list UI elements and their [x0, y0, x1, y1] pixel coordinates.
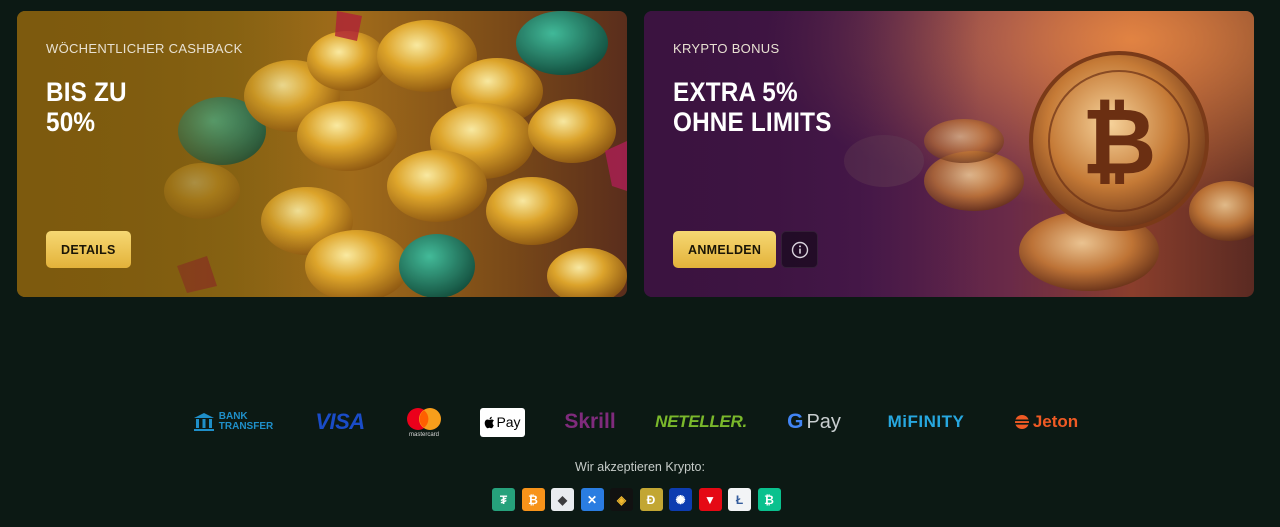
jeton-text: Jeton [1032, 412, 1079, 431]
neteller-text: NETELLER. [655, 412, 747, 431]
promo-card-cashback[interactable]: WÖCHENTLICHER CASHBACK BIS ZU 50% DETAIL… [17, 11, 627, 297]
neteller-logo: NETELLER. [652, 405, 750, 439]
promo-label: WÖCHENTLICHER CASHBACK [46, 41, 243, 56]
tron-icon: ▼ [698, 488, 722, 511]
apple-icon [485, 416, 495, 428]
cardano-icon: ✺ [669, 488, 692, 511]
apple-pay-text: Pay [496, 414, 521, 430]
bitcoin-cash-icon: ₿ [757, 488, 781, 511]
binance-icon: ◈ [610, 488, 633, 511]
info-icon [791, 241, 808, 258]
anmelden-button[interactable]: ANMELDEN [673, 231, 777, 268]
crypto-caption: Wir akzeptieren Krypto: [575, 460, 705, 474]
mastercard-circles-icon [407, 407, 441, 430]
jeton-logo: Jeton [1008, 405, 1084, 439]
jeton-icon [1014, 415, 1029, 429]
details-button[interactable]: DETAILS [46, 231, 131, 268]
apple-pay-logo: Pay [480, 405, 525, 439]
ethereum-icon: ◆ [551, 488, 574, 511]
skrill-text: Skrill [564, 410, 616, 433]
ripple-icon: ✕ [580, 488, 604, 511]
litecoin-icon: Ł [728, 488, 751, 511]
tether-icon: ₮ [492, 488, 515, 511]
bank-icon [193, 413, 214, 431]
bank-transfer-logo: BANK TRANSFER [187, 405, 279, 439]
promo-card-crypto[interactable]: ₿ KRYPTO BONUS EXTRA 5% OHNE LIMITS ANME… [644, 11, 1254, 297]
info-button[interactable] [781, 231, 818, 268]
mifinity-logo: MiFINITY [878, 405, 974, 439]
promo-title: BIS ZU 50% [46, 77, 127, 137]
visa-text: VISA [315, 409, 365, 434]
mifinity-text: MiFINITY [887, 412, 965, 431]
mastercard-logo: mastercard [402, 405, 446, 439]
google-pay-text: Pay [806, 410, 841, 433]
dogecoin-icon: Ð [639, 488, 663, 511]
google-g-icon: G [787, 410, 804, 433]
bitcoin-icon: ₿ [521, 488, 545, 511]
promo-title: EXTRA 5% OHNE LIMITS [673, 77, 832, 137]
bank-transfer-line2: TRANSFER [218, 421, 274, 432]
payment-methods: BANK TRANSFER VISA mastercard Pay Skrill… [0, 405, 1280, 439]
skrill-logo: Skrill [558, 405, 622, 439]
mastercard-text: mastercard [408, 431, 439, 438]
visa-logo: VISA [310, 405, 370, 439]
promo-label: KRYPTO BONUS [673, 41, 780, 56]
google-pay-logo: G Pay [784, 405, 844, 439]
